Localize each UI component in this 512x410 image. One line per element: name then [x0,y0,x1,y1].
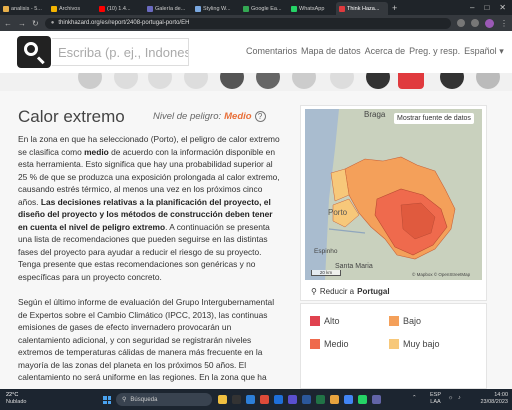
taskbar-app-icon[interactable] [232,395,241,404]
chevron-down-icon: ▾ [499,46,504,56]
hazard-icon[interactable] [184,73,208,89]
tab-favicon-icon [147,5,153,12]
back-icon[interactable]: ← [4,19,12,28]
extension-icon[interactable] [471,19,479,27]
search-input[interactable]: Escriba (p. ej., Indonesia c [52,38,189,66]
browser-tab[interactable]: WhatsApp [288,2,336,15]
browser-tab-bar: analisis - 5... Archivos (10) 1.4... Gal… [0,0,512,15]
language-indicator[interactable]: ESP LAA [430,392,441,406]
nav-preguntas[interactable]: Preg. y resp. [409,46,460,57]
volume-icon[interactable]: ♪ [458,395,461,401]
search-icon [24,42,38,56]
map-label-braga: Braga [364,110,386,119]
new-tab-button[interactable]: + [392,3,397,13]
wifi-icon[interactable]: ☼ [448,395,453,401]
hazard-level: Nivel de peligro: Medio ? [153,111,266,122]
tab-favicon-icon [3,5,9,12]
taskbar-app-icon[interactable] [288,395,297,404]
window-controls: – □ ✕ [470,3,512,12]
profile-avatar[interactable] [485,18,494,28]
tab-favicon-icon [51,5,57,12]
legend-item-alto: Alto [310,316,340,326]
start-button[interactable] [103,396,111,404]
hazard-icon[interactable] [366,73,390,89]
hazard-level-value: Medio [224,111,252,122]
hazard-icon-strip [0,73,512,91]
map-label-espinho: Espinho [314,248,338,255]
url-field[interactable]: ● thinkhazard.org/es/report/2408-portuga… [44,17,451,29]
description-paragraph-1: En la zona en que ha seleccionado (Porto… [18,134,280,282]
hazard-icon[interactable] [476,73,500,89]
browser-tab[interactable]: Archivos [48,2,96,15]
taskbar-app-icon[interactable] [316,395,325,404]
map-label-santa-maria: Santa Maria [335,263,373,270]
minimize-icon[interactable]: – [470,3,474,12]
extension-icon[interactable] [457,19,465,27]
browser-tab[interactable]: Styling W... [192,2,240,15]
help-icon[interactable]: ? [254,111,266,122]
description-paragraph-2: Según el último informe de evaluación de… [18,297,275,382]
reload-icon[interactable]: ↻ [32,19,39,28]
legend-swatch [310,339,320,349]
hazard-icon[interactable] [220,73,244,89]
legend-swatch [389,339,399,349]
map-label-porto: Porto [328,208,348,217]
taskbar-search[interactable]: ⚲ Búsqueda [116,393,212,406]
forward-icon[interactable]: → [18,19,26,28]
show-data-source-button[interactable]: Mostrar fuente de datos [394,113,474,124]
hazard-icon[interactable] [330,73,354,89]
address-bar-row: ← → ↻ ● thinkhazard.org/es/report/2408-p… [0,15,512,31]
legend-swatch [310,316,320,326]
taskbar-app-icon[interactable] [218,395,227,404]
hazard-icon-extreme-heat-active[interactable] [398,73,424,89]
hazard-icon[interactable] [440,73,464,89]
tab-favicon-icon [339,5,345,12]
zoom-to-country-link[interactable]: ⚲ Reducir a Portugal [311,287,390,296]
tab-favicon-icon [99,5,105,12]
tab-favicon-icon [291,5,297,12]
map-scale: 20 km [311,270,341,276]
legend-item-medio: Medio [310,339,349,349]
browser-tab[interactable]: analisis - 5... [0,2,48,15]
taskbar-app-icon[interactable] [302,395,311,404]
clock[interactable]: 14:00 23/08/2023 [480,392,508,406]
hazard-icon[interactable] [256,73,280,89]
taskbar-app-icon[interactable] [260,395,269,404]
search-icon: ⚲ [122,397,127,403]
lock-icon: ● [50,20,55,26]
hazard-icon[interactable] [148,73,172,89]
taskbar-app-icon[interactable] [358,395,367,404]
close-icon[interactable]: ✕ [499,3,506,12]
nav-mapa-de-datos[interactable]: Mapa de datos [301,46,361,57]
zoom-out-icon: ⚲ [311,287,317,296]
taskbar-app-icon[interactable] [344,395,353,404]
search-button[interactable] [17,36,51,68]
browser-tab[interactable]: Google Ea... [240,2,288,15]
top-navigation: Comentarios Mapa de datos Acerca de Preg… [246,46,504,57]
map-attribution[interactable]: © Mapbox © OpenStreetMap [412,272,470,277]
tab-favicon-icon [195,5,201,12]
page-title: Calor extremo [18,107,125,126]
taskbar-app-icon[interactable] [274,395,283,404]
tab-favicon-icon [243,5,249,12]
hazard-icon[interactable] [292,73,316,89]
taskbar-app-icon[interactable] [246,395,255,404]
taskbar-app-icon[interactable] [330,395,339,404]
maximize-icon[interactable]: □ [484,3,489,12]
nav-comentarios[interactable]: Comentarios [246,46,297,57]
taskbar-app-icon[interactable] [372,395,381,404]
legend-item-muy-bajo: Muy bajo [389,339,440,349]
browser-tab[interactable]: (10) 1.4... [96,2,144,15]
browser-tab[interactable]: Galería de... [144,2,192,15]
menu-icon[interactable]: ⋮ [500,19,508,28]
legend-item-bajo: Bajo [389,316,421,326]
hazard-icon[interactable] [78,73,102,89]
weather-widget[interactable]: 22°C Nublado [6,392,27,406]
legend-swatch [389,316,399,326]
tray-chevron-icon[interactable]: ⌃ [412,395,417,401]
hazard-icon[interactable] [114,73,138,89]
nav-acerca-de[interactable]: Acerca de [365,46,406,57]
nav-language-select[interactable]: Español ▾ [464,46,504,57]
browser-tab-active[interactable]: Think Haza... [336,2,388,15]
